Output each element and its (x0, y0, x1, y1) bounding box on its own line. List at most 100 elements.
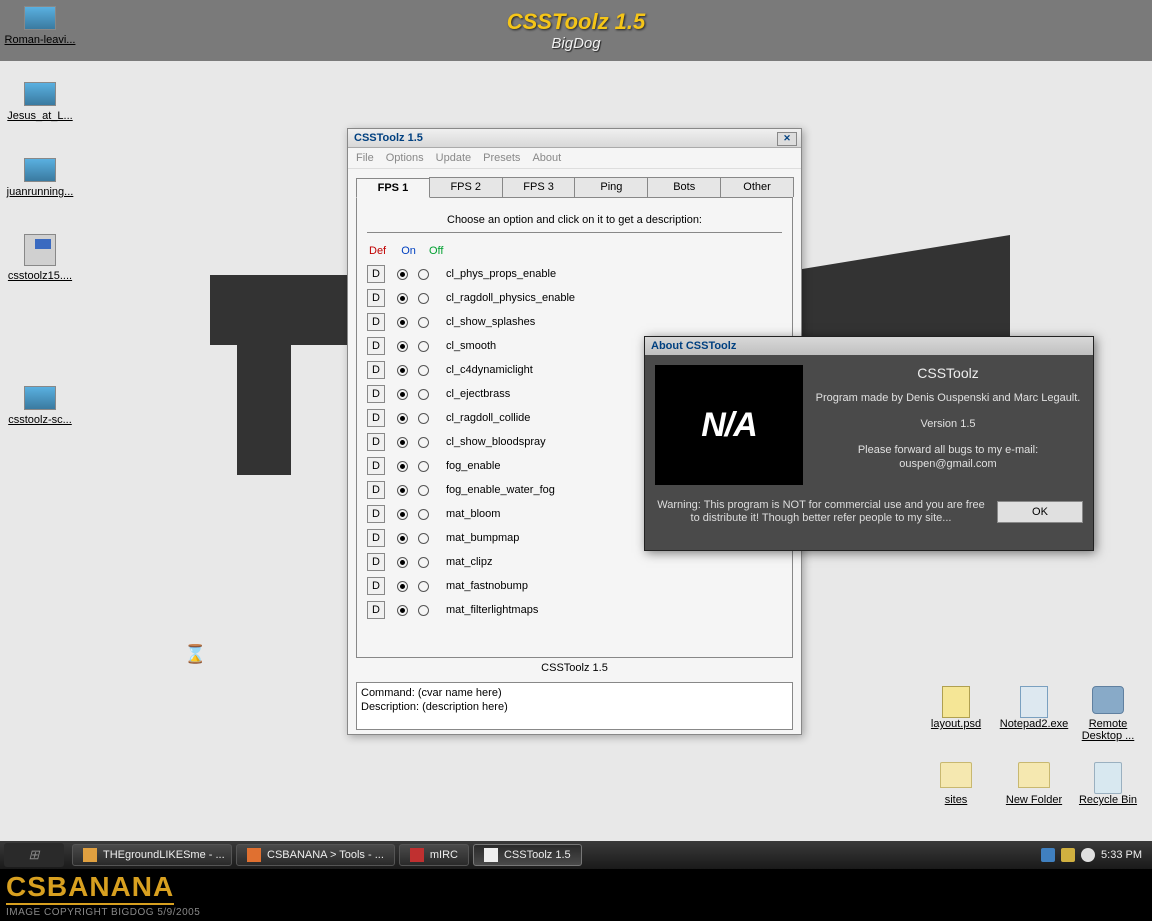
cvar-name[interactable]: cl_phys_props_enable (446, 268, 556, 280)
cvar-name[interactable]: mat_clipz (446, 556, 492, 568)
cvar-name[interactable]: mat_filterlightmaps (446, 604, 538, 616)
tab-fps2[interactable]: FPS 2 (429, 177, 503, 197)
radio-off[interactable] (418, 413, 429, 424)
cvar-name[interactable]: cl_ejectbrass (446, 388, 510, 400)
start-button[interactable]: ⊞ (4, 843, 64, 867)
desktop-icon[interactable]: Remote Desktop ... (1068, 686, 1148, 742)
default-button[interactable]: D (367, 457, 385, 475)
tab-bots[interactable]: Bots (647, 177, 721, 197)
radio-off[interactable] (418, 389, 429, 400)
menu-bar: File Options Update Presets About (348, 148, 801, 169)
tab-fps1[interactable]: FPS 1 (356, 178, 430, 198)
header-def: Def (369, 245, 386, 257)
icon-label: csstoolz15.... (2, 270, 78, 282)
menu-presets[interactable]: Presets (483, 152, 520, 164)
desktop-icon[interactable]: New Folder (994, 762, 1074, 806)
desktop-icon[interactable]: sites (916, 762, 996, 806)
radio-on[interactable] (397, 365, 408, 376)
radio-on[interactable] (397, 581, 408, 592)
cvar-name[interactable]: cl_smooth (446, 340, 496, 352)
default-button[interactable]: D (367, 265, 385, 283)
cvar-name[interactable]: cl_show_splashes (446, 316, 535, 328)
desktop-icon[interactable]: csstoolz-sc... (2, 386, 78, 426)
radio-off[interactable] (418, 509, 429, 520)
radio-on[interactable] (397, 557, 408, 568)
default-button[interactable]: D (367, 505, 385, 523)
radio-off[interactable] (418, 437, 429, 448)
default-button[interactable]: D (367, 385, 385, 403)
cvar-name[interactable]: mat_bloom (446, 508, 500, 520)
cvar-row: Dcl_ragdoll_physics_enable (367, 289, 782, 307)
radio-off[interactable] (418, 317, 429, 328)
taskbar-item[interactable]: CSBANANA > Tools - ... (236, 844, 395, 866)
radio-on[interactable] (397, 437, 408, 448)
cvar-name[interactable]: mat_fastnobump (446, 580, 528, 592)
radio-on[interactable] (397, 509, 408, 520)
default-button[interactable]: D (367, 577, 385, 595)
about-image-placeholder: N/A (655, 365, 803, 485)
default-button[interactable]: D (367, 433, 385, 451)
desktop-icon[interactable]: layout.psd (916, 686, 996, 730)
radio-on[interactable] (397, 461, 408, 472)
cvar-name[interactable]: mat_bumpmap (446, 532, 519, 544)
radio-off[interactable] (418, 365, 429, 376)
cvar-name[interactable]: cl_show_bloodspray (446, 436, 546, 448)
taskbar-item[interactable]: THEgroundLIKESme - ... (72, 844, 232, 866)
tab-ping[interactable]: Ping (574, 177, 648, 197)
desktop-icon[interactable]: Recycle Bin (1068, 762, 1148, 806)
radio-off[interactable] (418, 461, 429, 472)
default-button[interactable]: D (367, 553, 385, 571)
cvar-name[interactable]: cl_ragdoll_collide (446, 412, 530, 424)
radio-on[interactable] (397, 293, 408, 304)
radio-off[interactable] (418, 581, 429, 592)
cvar-name[interactable]: fog_enable (446, 460, 500, 472)
default-button[interactable]: D (367, 313, 385, 331)
default-button[interactable]: D (367, 337, 385, 355)
desktop-icon[interactable]: Notepad2.exe (994, 686, 1074, 730)
tray-icon-1[interactable] (1041, 848, 1055, 862)
desktop-icon[interactable]: juanrunning... (2, 158, 78, 198)
taskbar-item[interactable]: CSSToolz 1.5 (473, 844, 582, 866)
radio-off[interactable] (418, 557, 429, 568)
radio-off[interactable] (418, 293, 429, 304)
tab-other[interactable]: Other (720, 177, 794, 197)
radio-off[interactable] (418, 269, 429, 280)
radio-on[interactable] (397, 413, 408, 424)
tray-icon-3[interactable] (1081, 848, 1095, 862)
radio-off[interactable] (418, 341, 429, 352)
radio-on[interactable] (397, 533, 408, 544)
default-button[interactable]: D (367, 529, 385, 547)
radio-on[interactable] (397, 317, 408, 328)
window-titlebar[interactable]: CSSToolz 1.5 ✕ (348, 129, 801, 148)
cvar-name[interactable]: fog_enable_water_fog (446, 484, 555, 496)
default-button[interactable]: D (367, 481, 385, 499)
close-button[interactable]: ✕ (777, 132, 797, 146)
radio-off[interactable] (418, 605, 429, 616)
taskbar-item[interactable]: mIRC (399, 844, 469, 866)
radio-on[interactable] (397, 389, 408, 400)
menu-update[interactable]: Update (436, 152, 471, 164)
tray-icon-2[interactable] (1061, 848, 1075, 862)
menu-about[interactable]: About (532, 152, 561, 164)
desktop-icon[interactable]: csstoolz15.... (2, 234, 78, 282)
desktop-icon[interactable]: Roman-leavi... (2, 6, 78, 46)
default-button[interactable]: D (367, 601, 385, 619)
radio-on[interactable] (397, 605, 408, 616)
radio-off[interactable] (418, 485, 429, 496)
cvar-name[interactable]: cl_c4dynamiclight (446, 364, 533, 376)
desktop-icon[interactable]: Jesus_at_L... (2, 82, 78, 122)
tab-fps3[interactable]: FPS 3 (502, 177, 576, 197)
radio-on[interactable] (397, 269, 408, 280)
default-button[interactable]: D (367, 409, 385, 427)
about-titlebar[interactable]: About CSSToolz (645, 337, 1093, 355)
radio-on[interactable] (397, 485, 408, 496)
menu-file[interactable]: File (356, 152, 374, 164)
menu-options[interactable]: Options (386, 152, 424, 164)
taskbar: ⊞ THEgroundLIKESme - ...CSBANANA > Tools… (0, 841, 1152, 869)
radio-off[interactable] (418, 533, 429, 544)
cvar-name[interactable]: cl_ragdoll_physics_enable (446, 292, 575, 304)
radio-on[interactable] (397, 341, 408, 352)
default-button[interactable]: D (367, 361, 385, 379)
default-button[interactable]: D (367, 289, 385, 307)
ok-button[interactable]: OK (997, 501, 1083, 523)
